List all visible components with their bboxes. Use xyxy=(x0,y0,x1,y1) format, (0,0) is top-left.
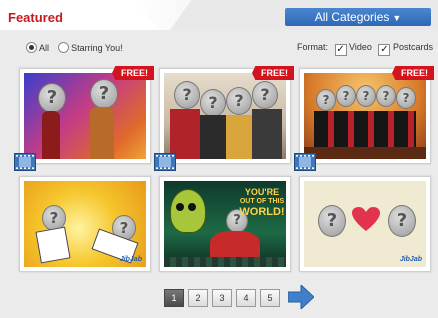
person-figure xyxy=(200,115,226,159)
poster-line-1: YOU'RE xyxy=(244,187,280,197)
card-5[interactable]: ? YOU'RE OUT OF THIS WORLD! xyxy=(159,176,291,272)
placeholder-face-icon: ? xyxy=(376,85,396,107)
city-skyline xyxy=(164,257,286,267)
dancers-row xyxy=(314,111,416,147)
film-icon xyxy=(154,153,176,171)
thumbnail-dancers: ? ? ? ? ? xyxy=(304,73,426,159)
alien-head xyxy=(170,189,206,233)
poster-headline: YOU'RE OUT OF THIS WORLD! xyxy=(238,187,286,218)
person-figure xyxy=(170,109,200,159)
free-badge: FREE! xyxy=(252,66,294,80)
thumbnail-disco: ? ? xyxy=(24,73,146,159)
categories-label: All Categories xyxy=(314,10,390,24)
placeholder-face-icon: ? xyxy=(396,87,416,109)
film-icon xyxy=(14,153,36,171)
alien-eye xyxy=(188,203,196,211)
placeholder-face-icon: ? xyxy=(174,81,200,109)
karate-figure xyxy=(35,226,71,264)
card-1[interactable]: ? ? FREE! xyxy=(14,66,154,171)
poster-line-3: WORLD! xyxy=(239,206,285,218)
format-label: Format: xyxy=(297,42,329,52)
placeholder-face-icon: ? xyxy=(252,81,278,109)
placeholder-face-icon: ? xyxy=(318,205,346,237)
page-2-button[interactable]: 2 xyxy=(188,289,208,307)
thumbnail-group: ? ? ? ? xyxy=(164,73,286,159)
thumbnail-love: ? ? JibJab xyxy=(304,181,426,267)
page-3-button[interactable]: 3 xyxy=(212,289,232,307)
thumbnail-alien: ? YOU'RE OUT OF THIS WORLD! xyxy=(164,181,286,267)
arrow-right-icon[interactable] xyxy=(288,285,314,309)
placeholder-face-icon: ? xyxy=(356,85,376,107)
filter-radio-group: All Starring You! xyxy=(26,42,123,53)
card-4[interactable]: ? ? JibJab xyxy=(19,176,151,272)
radio-all-label: All xyxy=(39,43,50,53)
thumbnail-karate: ? ? JibJab xyxy=(24,181,146,267)
header-bar: Featured All Categories ▼ xyxy=(0,0,438,30)
section-title: Featured xyxy=(8,10,63,25)
card-6[interactable]: ? ? JibJab xyxy=(299,176,431,272)
chevron-down-icon: ▼ xyxy=(392,13,402,23)
checkbox-video-label: Video xyxy=(349,42,372,52)
placeholder-face-icon: ? xyxy=(336,85,356,107)
placeholder-face-icon: ? xyxy=(90,79,118,109)
placeholder-face-icon: ? xyxy=(38,83,66,113)
alien-eye xyxy=(176,203,184,211)
placeholder-face-icon: ? xyxy=(316,89,336,111)
page-1-button[interactable]: 1 xyxy=(164,289,184,307)
page-5-button[interactable]: 5 xyxy=(260,289,280,307)
checkbox-video[interactable]: ✓ xyxy=(334,44,347,56)
radio-all[interactable] xyxy=(26,42,37,53)
stage-floor xyxy=(304,147,426,159)
placeholder-face-icon: ? xyxy=(388,205,416,237)
page-4-button[interactable]: 4 xyxy=(236,289,256,307)
checkbox-postcards[interactable]: ✓ xyxy=(378,44,391,56)
all-categories-dropdown[interactable]: All Categories ▼ xyxy=(285,8,431,26)
free-badge: FREE! xyxy=(392,66,434,80)
free-badge: FREE! xyxy=(112,66,154,80)
film-icon xyxy=(294,153,316,171)
heart-icon xyxy=(352,207,380,231)
dancer-figure xyxy=(42,111,60,159)
placeholder-face-icon: ? xyxy=(200,89,226,117)
brand-logo: JibJab xyxy=(119,256,142,263)
person-figure xyxy=(252,109,282,159)
card-3[interactable]: ? ? ? ? ? FREE! xyxy=(294,66,434,171)
radio-starring-you[interactable] xyxy=(57,42,69,53)
person-figure xyxy=(226,115,252,159)
dancer-figure xyxy=(90,107,114,159)
brand-logo: JibJab xyxy=(399,256,422,263)
checkbox-postcards-label: Postcards xyxy=(392,42,433,52)
card-2[interactable]: ? ? ? ? FREE! xyxy=(154,66,294,171)
placeholder-face-icon: ? xyxy=(226,87,252,115)
format-filter: Format: ✓ Video ✓ Postcards xyxy=(297,42,433,56)
radio-starring-label: Starring You! xyxy=(71,43,123,53)
